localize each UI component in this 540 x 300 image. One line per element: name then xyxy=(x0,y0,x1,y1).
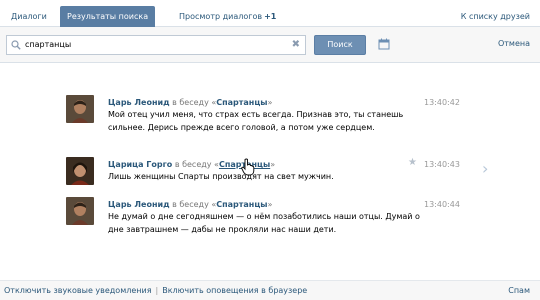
enable-browser-notifications-link[interactable]: Включить оповещения в браузере xyxy=(162,286,307,295)
search-icon xyxy=(11,40,21,50)
message-text: Лишь женщины Спарты производят на свет м… xyxy=(108,172,334,181)
in-chat-label: в беседу « xyxy=(172,200,217,209)
message-row[interactable]: Царь Леонид в беседу «Спартанцы» 13:40:4… xyxy=(66,95,506,151)
hand-cursor-icon xyxy=(241,158,255,176)
message-header: Царь Леонид в беседу «Спартанцы» xyxy=(108,199,272,210)
tab-search-results[interactable]: Результаты поиска xyxy=(60,6,156,27)
to-friends-link[interactable]: К списку друзей xyxy=(461,6,530,27)
search-button[interactable]: Поиск xyxy=(314,35,366,55)
message-header: Царь Леонид в беседу «Спартанцы» xyxy=(108,97,272,108)
in-chat-label: в беседу « xyxy=(172,98,217,107)
clear-icon[interactable]: ✖ xyxy=(292,39,300,51)
message-text: Не думай о дне сегодняшнем — о нём позаб… xyxy=(108,212,420,234)
cancel-link[interactable]: Отмена xyxy=(498,39,530,48)
chat-link[interactable]: Спартанцы xyxy=(216,98,267,107)
message-row[interactable]: Царь Леонид в беседу «Спартанцы» 13:40:4… xyxy=(66,197,506,241)
author-link[interactable]: Царь Леонид xyxy=(108,200,170,209)
avatar[interactable] xyxy=(66,197,94,225)
avatar[interactable] xyxy=(66,157,94,185)
chevron-right-icon[interactable]: › xyxy=(482,161,488,177)
calendar-icon[interactable] xyxy=(378,38,390,50)
in-chat-label-end: » xyxy=(267,200,273,209)
tab-bar: Диалоги Результаты поиска Просмотр диало… xyxy=(0,0,540,27)
tab-dialogs[interactable]: Диалоги xyxy=(4,6,54,27)
message-row[interactable]: Царица Горго в беседу «Спартанцы» ★ 13:4… xyxy=(66,157,506,189)
chat-link[interactable]: Спартанцы xyxy=(216,200,267,209)
in-chat-label-end: » xyxy=(270,160,276,169)
search-input[interactable]: спартанцы ✖ xyxy=(6,35,306,55)
tab-view-dialogs-count: +1 xyxy=(264,12,277,21)
star-icon[interactable]: ★ xyxy=(408,157,417,168)
in-chat-label: в беседу « xyxy=(174,160,219,169)
message-time: 13:40:43 xyxy=(424,160,460,169)
avatar[interactable] xyxy=(66,95,94,123)
footer-links: Отключить звуковые уведомления | Включить … xyxy=(4,281,307,300)
tab-view-dialogs-label: Просмотр диалогов xyxy=(179,12,263,21)
footer: Отключить звуковые уведомления | Включить … xyxy=(0,280,540,300)
footer-separator: | xyxy=(155,286,159,295)
search-input-value: спартанцы xyxy=(25,40,72,49)
disable-sounds-link[interactable]: Отключить звуковые уведомления xyxy=(4,286,152,295)
author-link[interactable]: Царь Леонид xyxy=(108,98,170,107)
message-time: 13:40:42 xyxy=(424,98,460,107)
author-link[interactable]: Царица Горго xyxy=(108,160,172,169)
spam-link[interactable]: Спам xyxy=(508,281,530,300)
message-time: 13:40:44 xyxy=(424,200,460,209)
message-text: Мой отец учил меня, что страх есть всегд… xyxy=(108,110,404,132)
tab-view-dialogs[interactable]: Просмотр диалогов +1 xyxy=(172,6,283,27)
search-bar: спартанцы ✖ Поиск Отмена xyxy=(0,27,540,63)
in-chat-label-end: » xyxy=(267,98,273,107)
